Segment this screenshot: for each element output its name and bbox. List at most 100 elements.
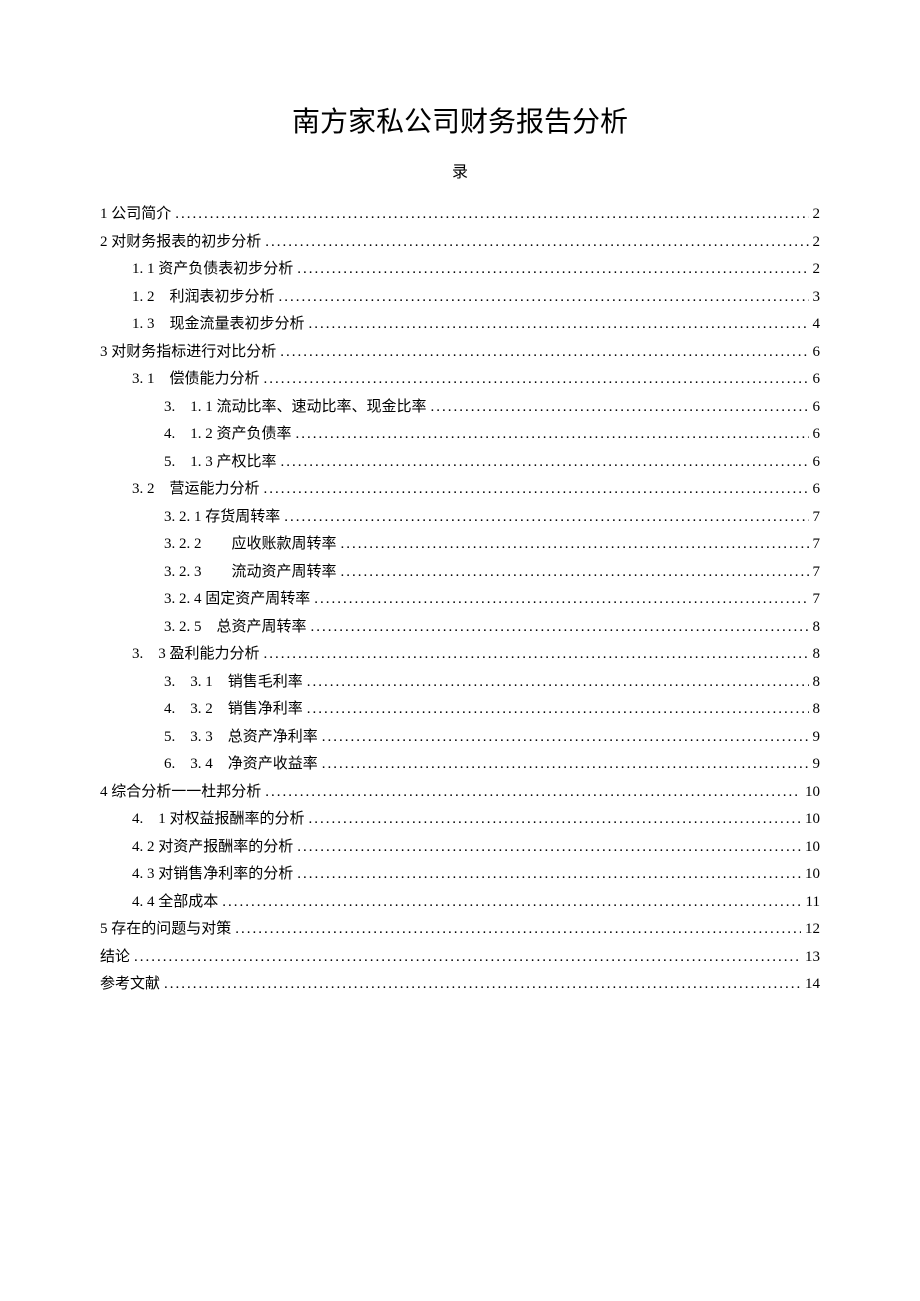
toc-entry-label: 1. 2 利润表初步分析 <box>132 285 275 311</box>
toc-entry-label: 4 综合分析一一杜邦分析 <box>100 780 261 806</box>
toc-leader-dots <box>264 477 809 503</box>
toc-entry-label: 3. 2. 2 应收账款周转率 <box>164 532 337 558</box>
toc-entry-page: 12 <box>805 917 820 943</box>
toc-leader-dots <box>307 670 809 696</box>
toc-entry-label: 参考文献 <box>100 972 160 998</box>
toc-leader-dots <box>235 917 801 943</box>
toc-entry-label: 3. 3. 1 销售毛利率 <box>164 670 303 696</box>
toc-entry-label: 4. 1 对权益报酬率的分析 <box>132 807 305 833</box>
toc-entry-page: 8 <box>813 642 821 668</box>
toc-entry-page: 6 <box>813 422 821 448</box>
toc-leader-dots <box>341 560 809 586</box>
toc-entry-label: 1. 1 资产负债表初步分析 <box>132 257 293 283</box>
toc-leader-dots <box>280 340 808 366</box>
toc-leader-dots <box>311 615 809 641</box>
toc-entry: 3. 1 偿债能力分析6 <box>100 367 820 393</box>
toc-entry-label: 4. 3 对销售净利率的分析 <box>132 862 293 888</box>
toc-entry: 1. 2 利润表初步分析 3 <box>100 285 820 311</box>
toc-entry: 4. 4 全部成本 11 <box>100 890 820 916</box>
toc-entry: 4. 1 对权益报酬率的分析10 <box>100 807 820 833</box>
toc-entry: 3. 2. 5 总资产周转率 8 <box>100 615 820 641</box>
toc-entry-page: 7 <box>813 560 821 586</box>
toc-leader-dots <box>341 532 809 558</box>
toc-leader-dots <box>309 807 801 833</box>
toc-entry-label: 3. 1 偿债能力分析 <box>132 367 260 393</box>
toc-entry-label: 4. 4 全部成本 <box>132 890 218 916</box>
toc-entry-label: 1 公司简介 <box>100 202 171 228</box>
toc-entry-page: 7 <box>813 532 821 558</box>
toc-entry-page: 2 <box>813 230 821 256</box>
toc-entry-label: 4. 2 对资产报酬率的分析 <box>132 835 293 861</box>
toc-entry: 6. 3. 4 净资产收益率 9 <box>100 752 820 778</box>
toc-leader-dots <box>281 450 809 476</box>
toc-entry: 4. 2 对资产报酬率的分析 10 <box>100 835 820 861</box>
toc-leader-dots <box>265 230 808 256</box>
table-of-contents: 1 公司简介22 对财务报表的初步分析 21. 1 资产负债表初步分析21. 2 … <box>100 202 820 998</box>
toc-entry: 1. 3 现金流量表初步分析 4 <box>100 312 820 338</box>
toc-leader-dots <box>134 945 801 971</box>
toc-entry-label: 2 对财务报表的初步分析 <box>100 230 261 256</box>
toc-leader-dots <box>297 257 808 283</box>
toc-entry-label: 5 存在的问题与对策 <box>100 917 231 943</box>
toc-entry: 结论13 <box>100 945 820 971</box>
toc-entry-label: 3. 1. 1 流动比率、速动比率、现金比率 <box>164 395 427 421</box>
toc-entry-label: 3. 2. 3 流动资产周转率 <box>164 560 337 586</box>
toc-leader-dots <box>264 367 809 393</box>
toc-leader-dots <box>279 285 809 311</box>
toc-entry-page: 6 <box>813 340 821 366</box>
toc-leader-dots <box>314 587 808 613</box>
toc-entry-page: 6 <box>813 477 821 503</box>
toc-entry-page: 7 <box>813 587 821 613</box>
toc-entry-page: 7 <box>813 505 821 531</box>
toc-entry-label: 4. 3. 2 销售净利率 <box>164 697 303 723</box>
toc-entry-page: 4 <box>813 312 821 338</box>
toc-entry-page: 6 <box>813 395 821 421</box>
toc-entry-page: 13 <box>805 945 820 971</box>
toc-entry-page: 14 <box>805 972 820 998</box>
toc-leader-dots <box>284 505 808 531</box>
toc-entry: 5. 1. 3 产权比率 6 <box>100 450 820 476</box>
toc-leader-dots <box>431 395 809 421</box>
toc-entry-label: 1. 3 现金流量表初步分析 <box>132 312 305 338</box>
toc-leader-dots <box>309 312 809 338</box>
toc-entry: 3. 3 盈利能力分析8 <box>100 642 820 668</box>
toc-entry-label: 3. 2. 5 总资产周转率 <box>164 615 307 641</box>
toc-entry-page: 10 <box>805 862 820 888</box>
toc-entry: 3. 1. 1 流动比率、速动比率、现金比率 6 <box>100 395 820 421</box>
toc-entry-label: 6. 3. 4 净资产收益率 <box>164 752 318 778</box>
toc-entry-page: 9 <box>813 752 821 778</box>
toc-entry: 3. 3. 1 销售毛利率8 <box>100 670 820 696</box>
toc-heading: 录 <box>100 158 820 182</box>
toc-entry-label: 3. 2. 1 存货周转率 <box>164 505 280 531</box>
toc-leader-dots <box>322 752 809 778</box>
toc-leader-dots <box>297 835 801 861</box>
toc-entry-page: 11 <box>806 890 820 916</box>
toc-entry: 4. 3 对销售净利率的分析 10 <box>100 862 820 888</box>
toc-entry: 1. 1 资产负债表初步分析2 <box>100 257 820 283</box>
toc-entry-page: 6 <box>813 450 821 476</box>
toc-entry: 3. 2. 3 流动资产周转率 7 <box>100 560 820 586</box>
toc-entry: 5. 3. 3 总资产净利率9 <box>100 725 820 751</box>
toc-entry: 1 公司简介2 <box>100 202 820 228</box>
document-title: 南方家私公司财务报告分析 <box>100 100 820 140</box>
toc-entry-label: 4. 1. 2 资产负债率 <box>164 422 292 448</box>
toc-leader-dots <box>265 780 801 806</box>
toc-entry-page: 8 <box>813 697 821 723</box>
toc-entry-label: 5. 1. 3 产权比率 <box>164 450 277 476</box>
toc-entry-page: 10 <box>805 835 820 861</box>
toc-leader-dots <box>222 890 801 916</box>
toc-leader-dots <box>164 972 801 998</box>
toc-entry-page: 8 <box>813 615 821 641</box>
toc-entry: 3. 2. 1 存货周转率 7 <box>100 505 820 531</box>
toc-leader-dots <box>175 202 808 228</box>
toc-entry-page: 3 <box>813 285 821 311</box>
toc-entry: 4. 1. 2 资产负债率 6 <box>100 422 820 448</box>
toc-entry: 3 对财务指标进行对比分析 6 <box>100 340 820 366</box>
toc-entry-label: 3. 2 营运能力分析 <box>132 477 260 503</box>
toc-entry: 5 存在的问题与对策 12 <box>100 917 820 943</box>
toc-entry: 4 综合分析一一杜邦分析10 <box>100 780 820 806</box>
toc-entry-label: 3 对财务指标进行对比分析 <box>100 340 276 366</box>
toc-entry-label: 3. 2. 4 固定资产周转率 <box>164 587 310 613</box>
toc-entry: 4. 3. 2 销售净利率 8 <box>100 697 820 723</box>
toc-entry: 3. 2. 4 固定资产周转率 7 <box>100 587 820 613</box>
